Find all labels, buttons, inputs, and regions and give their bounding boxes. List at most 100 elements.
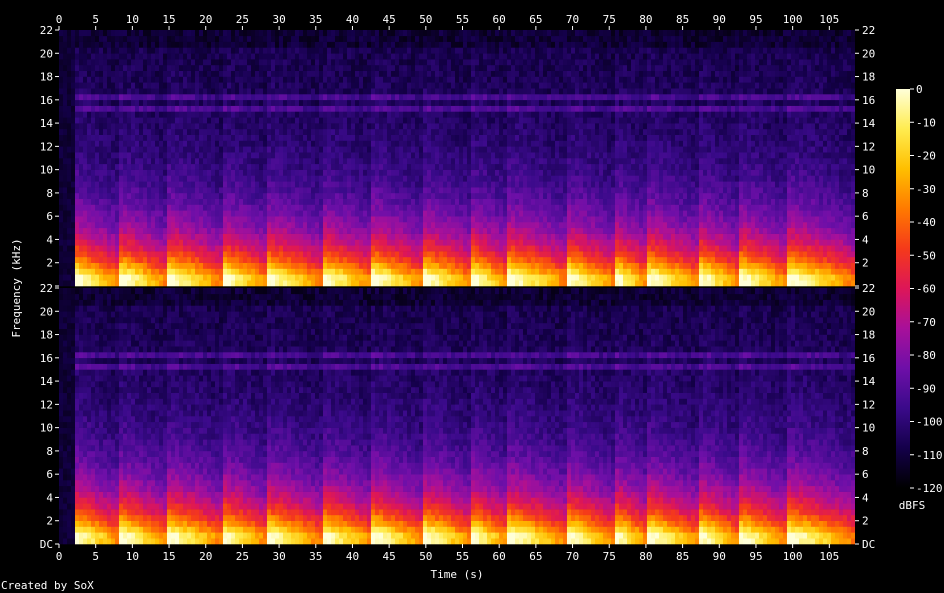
spectrogram-cell: [199, 128, 203, 135]
spectrogram-cell: [255, 268, 259, 275]
spectrogram-cell: [383, 280, 387, 287]
spectrogram-cell: [203, 152, 207, 159]
spectrogram-cell: [87, 245, 91, 252]
spectrogram-cell: [63, 35, 67, 42]
spectrogram-cell: [159, 59, 163, 66]
spectrogram-cell: [431, 111, 435, 118]
spectrogram-cell: [499, 76, 503, 83]
spectrogram-cell: [415, 245, 419, 252]
spectrogram-cell: [63, 181, 67, 188]
spectrogram-cell: [439, 163, 443, 170]
spectrogram-cell: [99, 146, 103, 153]
spectrogram-cell: [483, 76, 487, 83]
spectrogram-cell: [243, 262, 247, 269]
spectrogram-cell: [275, 210, 279, 217]
spectrogram-cell: [63, 47, 67, 54]
spectrogram-cell: [119, 256, 123, 263]
spectrogram-cell: [143, 262, 147, 269]
spectrogram-cell: [423, 256, 427, 263]
spectrogram-cell: [403, 192, 407, 199]
spectrogram-cell: [303, 233, 307, 240]
spectrogram-cell: [191, 192, 195, 199]
spectrogram-cell: [91, 41, 95, 48]
spectrogram-cell: [407, 152, 411, 159]
spectrogram-cell: [487, 47, 491, 54]
spectrogram-cell: [119, 175, 123, 182]
spectrogram-cell: [203, 41, 207, 48]
spectrogram-cell: [123, 30, 127, 37]
spectrogram-cell: [483, 204, 487, 211]
spectrogram-cell: [295, 192, 299, 199]
spectrogram-cell: [111, 175, 115, 182]
spectrogram-cell: [491, 128, 495, 135]
spectrogram-cell: [195, 111, 199, 118]
spectrogram-cell: [159, 192, 163, 199]
spectrogram-cell: [363, 222, 367, 229]
spectrogram-cell: [375, 256, 379, 263]
spectrogram-cell: [179, 94, 183, 101]
spectrogram-cell: [483, 251, 487, 258]
spectrogram-cell: [167, 53, 171, 60]
spectrogram-cell: [311, 158, 315, 165]
spectrogram-cell: [343, 53, 347, 60]
spectrogram-cell: [211, 41, 215, 48]
spectrogram-cell: [295, 30, 299, 37]
spectrogram-cell: [327, 134, 331, 141]
spectrogram-cell: [311, 64, 315, 71]
spectrogram-cell: [175, 262, 179, 269]
spectrogram-cell: [451, 268, 455, 275]
spectrogram-cell: [455, 41, 459, 48]
spectrogram-cell: [223, 88, 227, 95]
spectrogram-cell: [455, 158, 459, 165]
spectrogram-cell: [191, 187, 195, 194]
spectrogram-cell: [263, 163, 267, 170]
spectrogram-cell: [131, 198, 135, 205]
spectrogram-cell: [331, 117, 335, 124]
spectrogram-cell: [235, 280, 239, 287]
spectrogram-cell: [379, 99, 383, 106]
spectrogram-cell: [183, 70, 187, 77]
spectrogram-cell: [235, 76, 239, 83]
spectrogram-cell: [223, 158, 227, 165]
spectrogram-cell: [391, 280, 395, 287]
spectrogram-cell: [87, 280, 91, 287]
spectrogram-cell: [75, 140, 79, 147]
spectrogram-cell: [307, 105, 311, 112]
spectrogram-cell: [347, 262, 351, 269]
spectrogram-cell: [103, 30, 107, 37]
spectrogram-cell: [507, 82, 511, 89]
spectrogram-cell: [235, 94, 239, 101]
spectrogram-cell: [295, 175, 299, 182]
spectrogram-cell: [375, 181, 379, 188]
spectrogram-cell: [155, 251, 159, 258]
spectrogram-cell: [271, 105, 275, 112]
spectrogram-cell: [123, 222, 127, 229]
spectrogram-cell: [371, 187, 375, 194]
spectrogram-cell: [335, 41, 339, 48]
spectrogram-cell: [463, 169, 467, 176]
spectrogram-cell: [219, 274, 223, 281]
spectrogram-cell: [411, 239, 415, 246]
spectrogram-cell: [127, 152, 131, 159]
spectrogram-cell: [323, 47, 327, 54]
spectrogram-cell: [115, 216, 119, 223]
spectrogram-cell: [311, 111, 315, 118]
spectrogram-cell: [311, 53, 315, 60]
spectrogram-cell: [483, 227, 487, 234]
spectrogram-cell: [59, 245, 63, 252]
spectrogram-cell: [387, 140, 391, 147]
spectrogram-cell: [71, 117, 75, 124]
spectrogram-cell: [235, 70, 239, 77]
spectrogram-cell: [319, 268, 323, 275]
spectrogram-cell: [171, 64, 175, 71]
spectrogram-cell: [327, 251, 331, 258]
spectrogram-cell: [303, 47, 307, 54]
spectrogram-cell: [107, 222, 111, 229]
spectrogram-cell: [467, 216, 471, 223]
spectrogram-cell: [331, 204, 335, 211]
spectrogram-cell: [275, 187, 279, 194]
spectrogram-cell: [347, 280, 351, 287]
spectrogram-cell: [283, 64, 287, 71]
spectrogram-cell: [147, 59, 151, 66]
spectrogram-cell: [407, 239, 411, 246]
